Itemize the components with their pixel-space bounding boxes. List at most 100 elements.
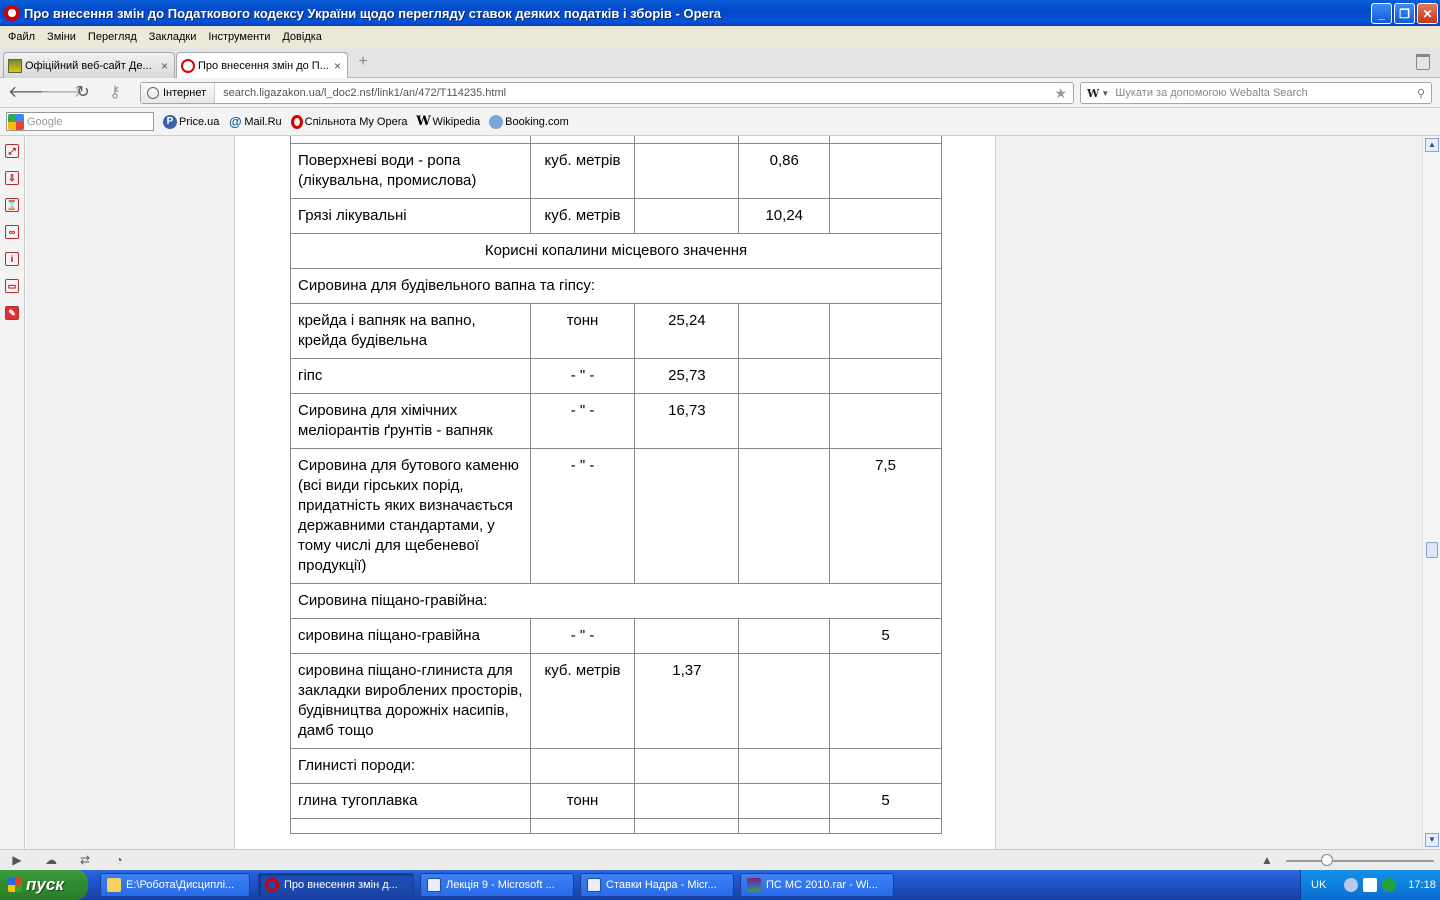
address-bar[interactable]: Інтернет search.ligazakon.ua/l_doc2.nsf/… [140,82,1074,104]
taskbar-item-opera[interactable]: Про внесення змін д... [258,873,414,897]
rate-cell [738,136,831,144]
windows-taskbar: пуск E:\Робота\Дисциплі... Про внесення … [0,870,1440,900]
links-icon[interactable]: ∞ [5,225,19,239]
menu-file[interactable]: Файл [2,31,41,43]
table-row: крейда і вапняк на вапно, крейда будівел… [290,303,942,359]
url-text[interactable]: search.ligazakon.ua/l_doc2.nsf/link1/an/… [215,87,1054,99]
opera-unite-icon[interactable]: ☁ [44,853,58,867]
winrar-icon [747,878,761,892]
side-panel: ⤢ ⇩ ⌛ ∞ i ▭ ✎ [0,136,25,849]
transfers-icon[interactable]: ⇩ [5,171,19,185]
taskbar-item-word-lecture[interactable]: Лекція 9 - Microsoft ... [420,873,574,897]
bookmark-mail-ru[interactable]: @ Mail.Ru [228,114,282,129]
turbo-icon[interactable]: ◔ [112,853,126,867]
rate-cell [829,198,942,234]
minimize-button[interactable]: _ [1371,3,1392,24]
unit-cell [529,748,636,784]
security-badge[interactable]: Інтернет [141,83,216,103]
scrollbar-thumb[interactable] [1426,542,1438,558]
wand-key-icon[interactable]: ⚷ [104,83,126,103]
table-row: Сировина для хімічних меліорантів ґрунті… [290,393,942,449]
google-search-input[interactable]: Google [27,116,62,128]
tab-tax-code-amendments[interactable]: Про внесення змін до П... × [176,52,348,79]
info-icon[interactable]: i [5,252,19,266]
reload-icon[interactable]: ↻ [72,83,94,103]
language-indicator[interactable]: UK [1311,879,1326,891]
window-titlebar: Про внесення змін до Податкового кодексу… [0,0,1440,26]
bookmark-booking[interactable]: Booking.com [489,114,569,129]
print-icon[interactable]: ▭ [5,279,19,293]
trash-icon[interactable] [1416,54,1430,70]
rate-cell [829,748,942,784]
notes-icon[interactable]: ✎ [5,306,19,320]
window-controls: _ ❐ ✕ [1371,3,1438,24]
menu-view[interactable]: Перегляд [82,31,143,43]
table-row: сировина піщано-гравійна - " - 5 [290,618,942,654]
status-bar: ▶ ☁ ⇄ ◔ ▲ [0,849,1440,870]
scroll-up-icon[interactable]: ▲ [1425,138,1439,152]
rate-cell: 25,73 [634,358,740,394]
opera-link-icon[interactable]: ⇄ [78,853,92,867]
scroll-down-icon[interactable]: ▼ [1425,833,1439,847]
security-label: Інтернет [163,87,207,99]
opera-icon [290,114,303,129]
menu-bookmarks[interactable]: Закладки [143,31,203,43]
history-icon[interactable]: ⌛ [5,198,19,212]
unit-cell: куб. метрів [529,198,636,234]
bookmark-star-icon[interactable]: ★ [1054,85,1073,102]
rate-cell [634,198,740,234]
fit-to-window-icon[interactable]: ⤢ [5,144,19,158]
taskbar-item-winrar[interactable]: ПС МС 2010.rar - Wi... [740,873,894,897]
vertical-scrollbar[interactable]: ▲ ▼ [1422,136,1440,849]
rate-cell [738,393,831,449]
panel-toggle-icon[interactable]: ▶ [10,853,24,867]
unit-cell: метрів [529,136,636,144]
table-row: сировина піщано-глиниста для закладки ви… [290,653,942,749]
search-input[interactable]: Шукати за допомогою Webalta Search [1115,87,1417,99]
chevron-down-icon[interactable]: ▼ [1101,89,1109,98]
zoom-slider-thumb[interactable] [1321,854,1333,866]
task-label: E:\Робота\Дисциплі... [126,879,235,891]
tab-official-site[interactable]: Офіційний веб-сайт Де... × [3,52,175,78]
google-search-field[interactable]: Google [6,112,154,131]
update-icon[interactable] [1382,878,1397,892]
resource-name-cell: крейда і вапняк на вапно, крейда будівел… [290,303,531,359]
word-icon [587,878,601,892]
table-row: гіпс - " -25,73 [290,358,942,394]
menu-edit[interactable]: Зміни [41,31,82,43]
window-title: Про внесення змін до Податкового кодексу… [24,5,722,21]
menu-tools[interactable]: Інструменти [202,31,276,43]
start-button[interactable]: пуск [0,870,88,900]
section-heading-cell: Корисні копалини місцевого значення [290,233,942,269]
taskbar-item-word-rates[interactable]: Ставки Надра - Micr... [580,873,734,897]
bookmark-wikipedia[interactable]: W Wikipedia [416,114,481,129]
bookmark-my-opera[interactable]: Спільнота My Opera [290,114,407,129]
kaspersky-icon[interactable] [1363,878,1378,892]
close-button[interactable]: ✕ [1417,3,1438,24]
back-icon[interactable]: 🡐 [8,83,51,103]
zoom-icon[interactable]: ▲ [1260,853,1274,867]
bookmark-label: Wikipedia [432,115,481,128]
section-heading-cell: Сировина для будівельного вапна та гіпсу… [290,268,942,304]
zoom-slider[interactable] [1286,860,1434,862]
resource-name-cell: Глинисті породи: [290,748,531,784]
tab-close-icon[interactable]: × [161,59,168,73]
unit-cell: тонн [529,783,636,819]
search-engine-logo[interactable]: W [1081,87,1101,100]
menu-help[interactable]: Довідка [276,31,328,43]
forward-icon[interactable]: 🡒 [40,83,83,103]
new-tab-icon[interactable]: + [354,54,372,72]
search-box[interactable]: W ▼ Шукати за допомогою Webalta Search ⚲ [1080,82,1432,104]
bookmark-price-ua[interactable]: P Price.ua [163,114,219,129]
start-label: пуск [26,875,64,894]
rate-cell: 10,24 [738,198,831,234]
resource-name-cell: сировина піщано-гравійна [290,618,531,654]
tab-close-icon[interactable]: × [334,59,341,73]
network-icon[interactable] [1344,878,1359,892]
rate-cell [738,783,831,819]
search-icon[interactable]: ⚲ [1417,87,1431,100]
resource-name-cell [290,136,531,144]
rate-cell: 5 [829,618,942,654]
taskbar-item-explorer[interactable]: E:\Робота\Дисциплі... [100,873,250,897]
restore-button[interactable]: ❐ [1394,3,1415,24]
